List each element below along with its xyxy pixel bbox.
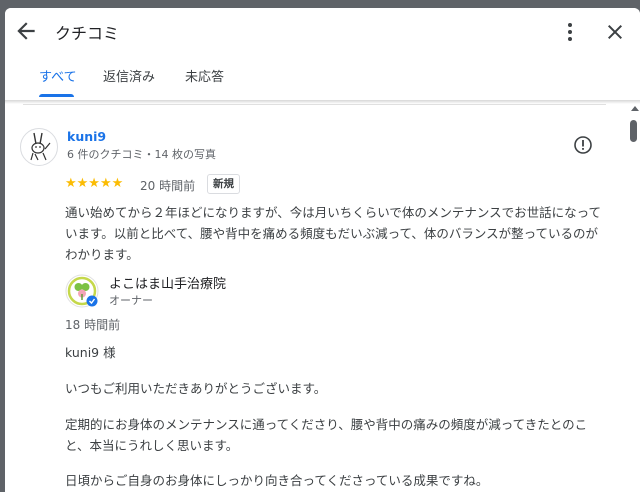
owner-avatar [65,274,99,308]
dialog-header: クチコミ すべて 返信済み 未応答 [5,8,640,100]
active-tab-indicator [39,94,74,97]
reviewer-meta: 6 件のクチコミ・14 枚の写真 [67,148,216,161]
rabbit-icon [30,132,51,161]
arrow-left-icon [17,22,35,40]
reply-paragraph: いつもご利用いただきありがとうございます。 [65,381,327,396]
more-vert-icon [568,23,572,41]
tab-replied[interactable]: 返信済み [103,66,155,100]
reviewer-avatar[interactable] [20,128,58,166]
reply-paragraph: 日頃からご自身のお身体にしっかり向き合ってくださっている成果ですね。 [65,473,489,488]
reviews-dialog: クチコミ すべて 返信済み 未応答 kuni9 6 件のクチコミ・14 枚の写真… [5,8,640,492]
report-review-button[interactable] [573,135,593,155]
star-rating: ★★★★★ [65,176,124,191]
tab-unanswered[interactable]: 未応答 [185,66,224,100]
dialog-title: クチコミ [55,24,120,43]
scrollbar[interactable] [626,100,640,492]
owner-name: よこはま山手治療院 [109,277,227,292]
list-divider [23,104,606,105]
review-text: 通い始めてから２年ほどになりますが、今は月いちくらいで体のメンテナンスでお世話に… [65,205,602,262]
background-strip [0,0,640,8]
reviewer-name[interactable]: kuni9 [67,129,106,144]
filter-tabs: すべて 返信済み 未応答 [5,60,640,100]
owner-role: オーナー [109,294,153,307]
scrollbar-thumb[interactable] [630,120,637,142]
close-icon [608,25,622,39]
back-button[interactable] [13,18,39,44]
close-button[interactable] [603,20,627,44]
new-badge: 新規 [207,174,240,194]
reply-paragraph: 定期的にお身体のメンテナンスに通ってくださり、腰や背中の痛みの頻度が減ってきたと… [65,417,588,453]
clover-logo-icon [65,274,99,308]
more-options-button[interactable] [558,20,582,44]
reply-time: 18 時間前 [65,318,121,332]
scroll-up-arrow-icon[interactable] [631,106,639,111]
review-time: 20 時間前 [140,179,196,193]
header-shadow [5,100,640,104]
alert-circle-icon [574,136,592,154]
reply-salutation: kuni9 様 [65,345,116,360]
